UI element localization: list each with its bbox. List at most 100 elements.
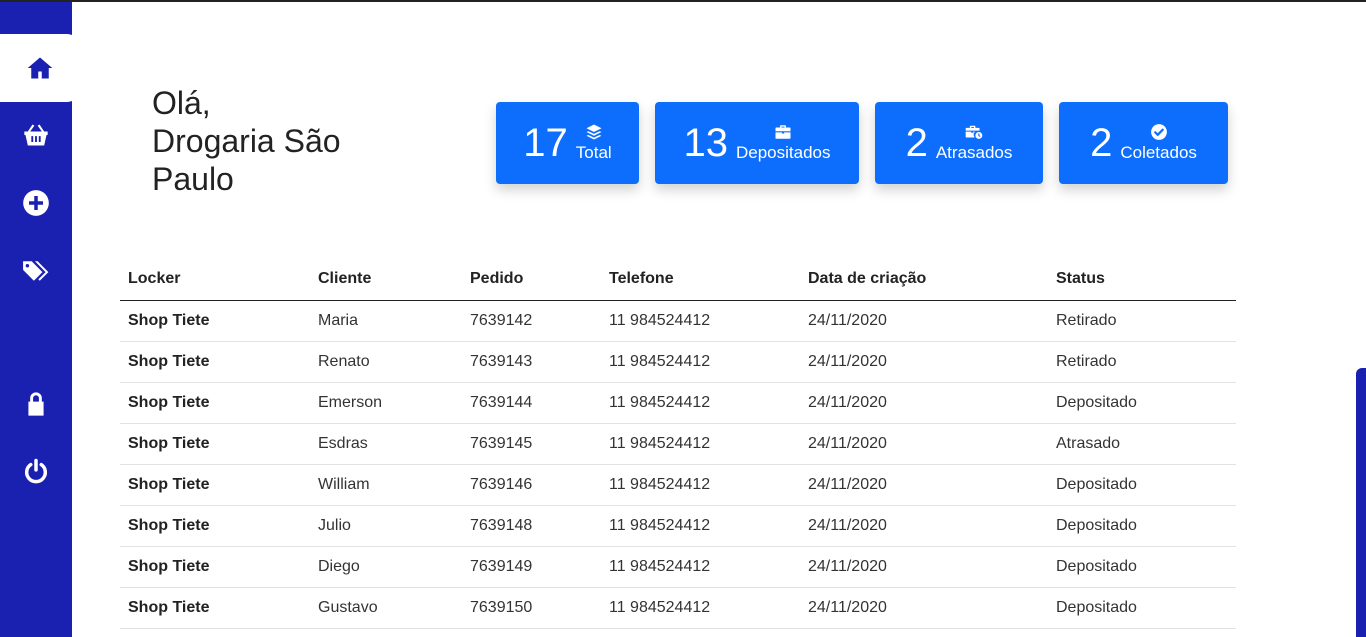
check-circle-icon	[1150, 124, 1167, 140]
cell-telefone: 11 984524412	[601, 423, 800, 465]
cell-telefone: 11 984524412	[601, 300, 800, 342]
cell-cliente: Emerson	[310, 382, 462, 424]
card-total-value: 17	[523, 121, 568, 165]
tags-icon	[23, 261, 49, 281]
sidebar-item-tags[interactable]	[0, 245, 72, 297]
card-depositados-label: Depositados	[735, 143, 831, 162]
layers-icon	[586, 124, 602, 140]
cell-cliente: Renato	[310, 341, 462, 383]
table-row[interactable]: Shop Tiete Esdras 7639145 11 984524412 2…	[120, 423, 1236, 465]
cell-pedido: 7639148	[462, 505, 601, 547]
plus-circle-icon	[23, 190, 49, 216]
cell-telefone: 11 984524412	[601, 587, 800, 629]
sidebar	[0, 0, 79, 637]
sidebar-item-logout[interactable]	[0, 445, 72, 497]
greeting-hello: Olá,	[152, 85, 211, 121]
card-atrasados[interactable]: 2 Atrasados	[875, 102, 1043, 184]
cell-locker: Shop Tiete	[120, 382, 310, 424]
cell-status: Depositado	[1048, 464, 1236, 506]
cell-cliente: William	[310, 464, 462, 506]
cell-locker: Shop Tiete	[120, 505, 310, 547]
home-icon	[27, 57, 52, 79]
briefcase-clock-icon	[965, 125, 983, 139]
table-row[interactable]: Shop Tiete Gustavo 7639150 11 984524412 …	[120, 587, 1236, 629]
sidebar-item-orders[interactable]	[0, 109, 72, 161]
cell-status: Depositado	[1048, 505, 1236, 547]
card-atrasados-label: Atrasados	[935, 143, 1013, 162]
cell-status: Depositado	[1048, 587, 1236, 629]
cell-data: 24/11/2020	[800, 546, 1048, 588]
cell-pedido: 7639145	[462, 423, 601, 465]
cell-status: Retirado	[1048, 300, 1236, 342]
basket-icon	[24, 124, 48, 146]
card-coletados-label: Coletados	[1120, 143, 1197, 162]
table-row[interactable]: Shop Tiete William 7639146 11 984524412 …	[120, 464, 1236, 506]
cell-data: 24/11/2020	[800, 505, 1048, 547]
cell-telefone: 11 984524412	[601, 464, 800, 506]
sidebar-item-add[interactable]	[0, 177, 72, 229]
briefcase-icon	[775, 125, 791, 139]
cell-locker: Shop Tiete	[120, 341, 310, 383]
table-row[interactable]: Shop Tiete Diego 7639149 11 984524412 24…	[120, 546, 1236, 588]
cell-telefone: 11 984524412	[601, 341, 800, 383]
cell-cliente: Maria	[310, 300, 462, 342]
cell-pedido: 7639146	[462, 464, 601, 506]
cell-data: 24/11/2020	[800, 587, 1048, 629]
table-row[interactable]: Shop Tiete Maria 7639142 11 984524412 24…	[120, 300, 1236, 342]
sidebar-item-home[interactable]	[0, 34, 79, 102]
cell-locker: Shop Tiete	[120, 464, 310, 506]
table-header-row: Locker Cliente Pedido Telefone Data de c…	[120, 258, 1236, 301]
cell-data: 24/11/2020	[800, 423, 1048, 465]
power-icon	[24, 458, 48, 484]
cell-status: Depositado	[1048, 382, 1236, 424]
top-border	[0, 0, 1366, 2]
col-header-telefone[interactable]: Telefone	[601, 258, 800, 301]
card-total-label: Total	[575, 143, 612, 162]
scrollbar-thumb[interactable]	[1356, 368, 1366, 637]
col-header-pedido[interactable]: Pedido	[462, 258, 601, 301]
cell-cliente: Diego	[310, 546, 462, 588]
card-depositados[interactable]: 13 Depositados	[655, 102, 859, 184]
cell-data: 24/11/2020	[800, 341, 1048, 383]
orders-table: Locker Cliente Pedido Telefone Data de c…	[120, 258, 1236, 629]
greeting-store-name: Drogaria São Paulo	[152, 123, 341, 197]
cell-status: Retirado	[1048, 341, 1236, 383]
card-atrasados-value: 2	[905, 121, 928, 165]
cell-pedido: 7639150	[462, 587, 601, 629]
cell-pedido: 7639144	[462, 382, 601, 424]
cell-telefone: 11 984524412	[601, 546, 800, 588]
cell-status: Depositado	[1048, 546, 1236, 588]
scrollbar-track[interactable]	[1354, 0, 1366, 637]
table-row[interactable]: Shop Tiete Renato 7639143 11 984524412 2…	[120, 341, 1236, 383]
sidebar-item-lock[interactable]	[0, 378, 72, 430]
table-row[interactable]: Shop Tiete Julio 7639148 11 984524412 24…	[120, 505, 1236, 547]
cell-pedido: 7639142	[462, 300, 601, 342]
cell-cliente: Julio	[310, 505, 462, 547]
card-depositados-value: 13	[683, 121, 728, 165]
cell-data: 24/11/2020	[800, 464, 1048, 506]
cell-cliente: Gustavo	[310, 587, 462, 629]
col-header-cliente[interactable]: Cliente	[310, 258, 462, 301]
card-coletados[interactable]: 2 Coletados	[1059, 102, 1228, 184]
greeting: Olá, Drogaria São Paulo	[152, 84, 412, 198]
cell-locker: Shop Tiete	[120, 546, 310, 588]
cell-locker: Shop Tiete	[120, 423, 310, 465]
cell-pedido: 7639149	[462, 546, 601, 588]
cell-data: 24/11/2020	[800, 300, 1048, 342]
cell-status: Atrasado	[1048, 423, 1236, 465]
col-header-data[interactable]: Data de criação	[800, 258, 1048, 301]
col-header-locker[interactable]: Locker	[120, 258, 310, 301]
cell-locker: Shop Tiete	[120, 300, 310, 342]
cell-telefone: 11 984524412	[601, 505, 800, 547]
col-header-status[interactable]: Status	[1048, 258, 1236, 301]
cell-pedido: 7639143	[462, 341, 601, 383]
table-row[interactable]: Shop Tiete Emerson 7639144 11 984524412 …	[120, 382, 1236, 424]
cell-locker: Shop Tiete	[120, 587, 310, 629]
cell-data: 24/11/2020	[800, 382, 1048, 424]
main-content: Olá, Drogaria São Paulo 17 Total 13 Depo…	[72, 2, 1354, 637]
card-total[interactable]: 17 Total	[496, 102, 639, 184]
card-coletados-value: 2	[1090, 121, 1113, 165]
lock-icon	[28, 392, 44, 416]
cell-cliente: Esdras	[310, 423, 462, 465]
cell-telefone: 11 984524412	[601, 382, 800, 424]
